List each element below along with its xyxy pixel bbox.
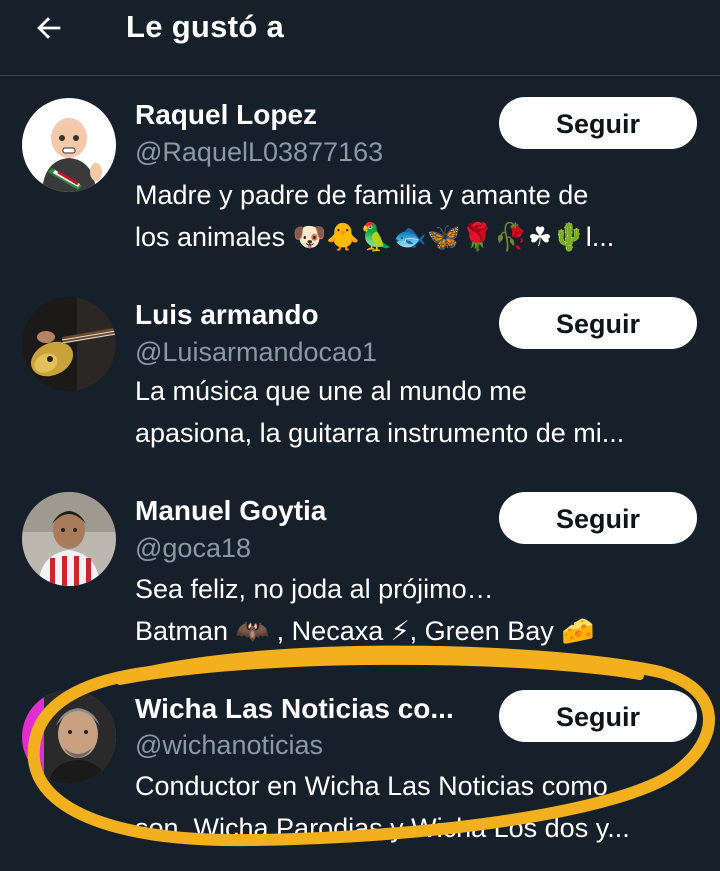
- avatar[interactable]: [22, 297, 116, 391]
- user-handle[interactable]: @Luisarmandocao1: [135, 337, 377, 368]
- user-handle[interactable]: @wichanoticias: [135, 730, 323, 761]
- user-bio: Sea feliz, no joda al prójimo… Batman 🦇 …: [135, 568, 700, 652]
- follow-button[interactable]: Seguir: [499, 690, 697, 742]
- avatar[interactable]: [22, 690, 116, 784]
- user-name[interactable]: Raquel Lopez: [135, 99, 317, 131]
- follow-button[interactable]: Seguir: [499, 492, 697, 544]
- arrow-left-icon: [37, 17, 61, 39]
- user-bio: La música que une al mundo me apasiona, …: [135, 370, 700, 454]
- list-item[interactable]: Manuel Goytia @goca18 Sea feliz, no joda…: [0, 472, 720, 668]
- follow-button[interactable]: Seguir: [499, 97, 697, 149]
- back-button[interactable]: [32, 11, 66, 45]
- avatar[interactable]: [22, 98, 116, 192]
- bio-line: La música que une al mundo me: [135, 376, 527, 406]
- bio-line: apasiona, la guitarra instrumento de mi.…: [135, 418, 625, 448]
- bio-line: Conductor en Wicha Las Noticias como: [135, 771, 608, 801]
- user-handle[interactable]: @goca18: [135, 533, 251, 564]
- user-name[interactable]: Luis armando: [135, 299, 319, 331]
- bio-line: los animales 🐶🐥🦜🐟🦋🌹🥀☘🌵l...: [135, 222, 615, 252]
- page-title: Le gustó a: [126, 9, 285, 44]
- avatar[interactable]: [22, 492, 116, 586]
- bio-line: son, Wicha Parodias y Wicha Los dos y...: [135, 813, 630, 843]
- user-bio: Conductor en Wicha Las Noticias como son…: [135, 765, 700, 849]
- list-item[interactable]: Wicha Las Noticias co... @wichanoticias …: [0, 668, 720, 871]
- follow-button[interactable]: Seguir: [499, 297, 697, 349]
- list-item[interactable]: Raquel Lopez @RaquelL03877163 Madre y pa…: [0, 76, 720, 276]
- user-name[interactable]: Manuel Goytia: [135, 495, 326, 527]
- user-name[interactable]: Wicha Las Noticias co...: [135, 693, 454, 725]
- list-item[interactable]: Luis armando @Luisarmandocao1 La música …: [0, 276, 720, 472]
- bio-line: Sea feliz, no joda al prójimo…: [135, 574, 494, 604]
- bio-line: Madre y padre de familia y amante de: [135, 180, 589, 210]
- user-handle[interactable]: @RaquelL03877163: [135, 137, 383, 168]
- user-bio: Madre y padre de familia y amante de los…: [135, 174, 700, 258]
- bio-line: Batman 🦇 , Necaxa ⚡, Green Bay 🧀: [135, 616, 595, 646]
- header-bar: Le gustó a: [0, 0, 720, 76]
